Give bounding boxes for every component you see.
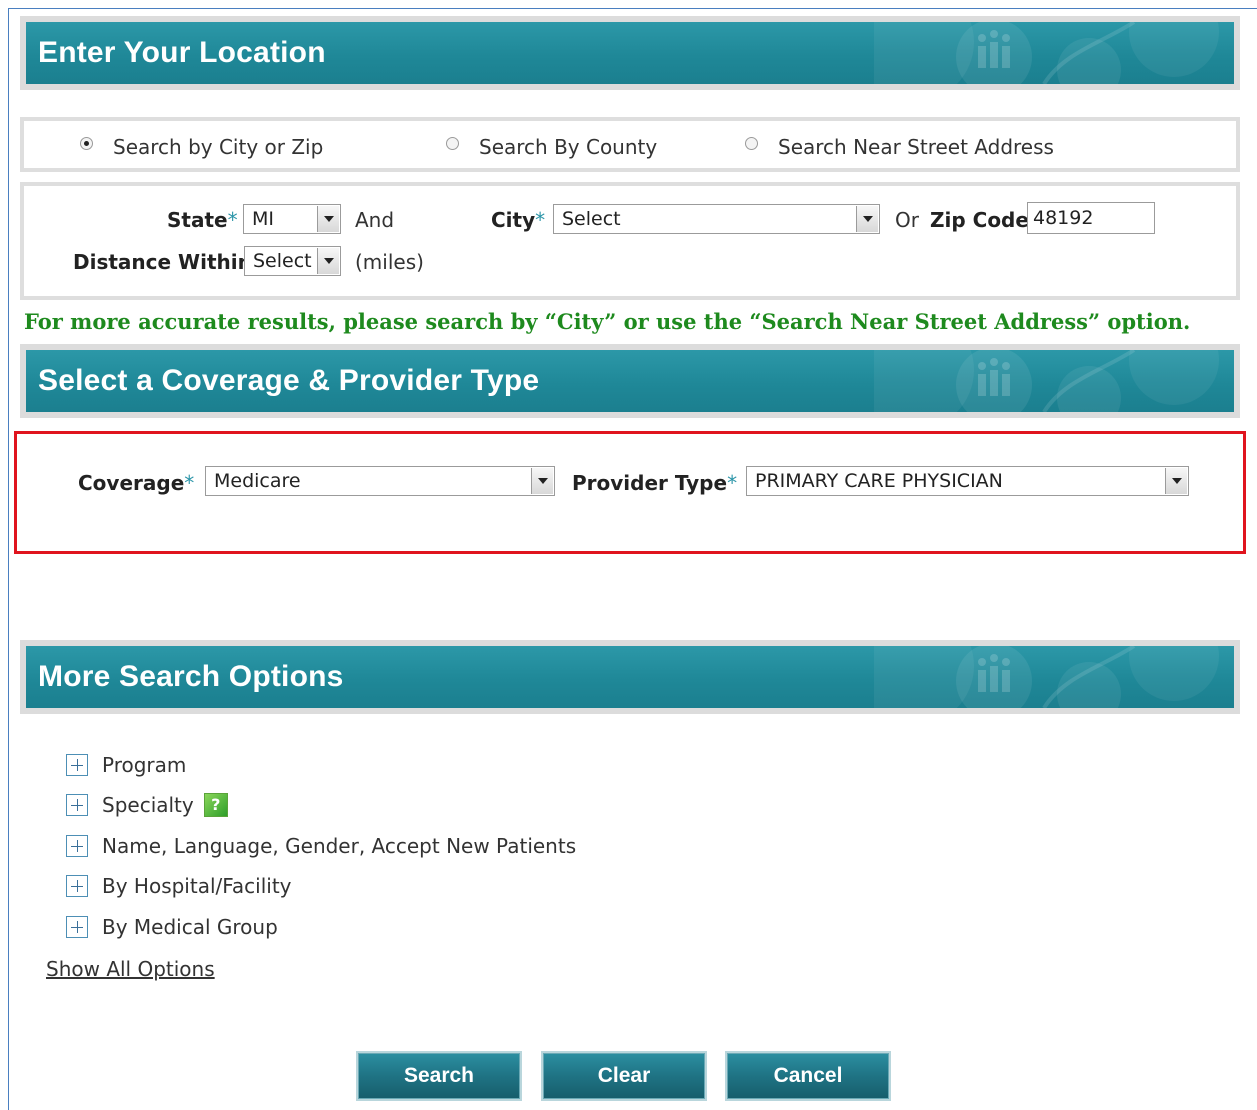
chevron-down-icon[interactable] [317,206,339,232]
miles-text: (miles) [355,250,424,274]
clear-button[interactable]: Clear [543,1053,705,1099]
location-banner: Enter Your Location [20,16,1240,90]
distance-select[interactable]: Select [244,246,341,276]
radio-button[interactable] [80,137,93,150]
search-mode-box: Search by City or Zip Search By County S… [20,117,1240,172]
coverage-banner-bar: Select a Coverage & Provider Type [26,350,1234,412]
distance-label: Distance Within [73,250,252,274]
more-options-banner-bar: More Search Options [26,646,1234,708]
city-label: City* [491,208,546,232]
option-label: By Medical Group [102,914,278,939]
cancel-button[interactable]: Cancel [727,1053,889,1099]
more-options-title: More Search Options [38,660,344,693]
coverage-value: Medicare [214,470,301,492]
provider-type-label: Provider Type* [572,471,738,495]
state-label: State* [167,208,238,232]
show-all-options-link[interactable]: Show All Options [46,957,215,981]
coverage-banner: Select a Coverage & Provider Type [20,344,1240,418]
and-text: And [355,208,395,232]
plus-icon[interactable] [66,753,88,776]
radio-button[interactable] [446,137,459,150]
option-hospital-facility[interactable]: By Hospital/Facility [66,872,292,898]
state-select[interactable]: MI [243,204,341,234]
radio-street-address[interactable]: Search Near Street Address [745,135,1054,159]
help-icon[interactable]: ? [203,792,228,817]
city-value: Select [562,208,621,230]
option-medical-group[interactable]: By Medical Group [66,913,278,939]
radio-label: Search By County [479,135,658,159]
state-value: MI [252,208,274,230]
option-label: Name, Language, Gender, Accept New Patie… [102,833,577,858]
page-frame [8,8,1257,1110]
option-label: Specialty [102,792,194,817]
location-banner-bar: Enter Your Location [26,22,1234,84]
people-icon [874,350,1219,412]
option-name-language-gender[interactable]: Name, Language, Gender, Accept New Patie… [66,832,576,858]
coverage-label: Coverage* [78,471,195,495]
provider-type-value: PRIMARY CARE PHYSICIAN [755,470,1003,492]
search-button[interactable]: Search [358,1053,520,1099]
zip-code-input[interactable]: 48192 [1027,202,1155,234]
location-fields-box: State* MI And City* Select Or Zip Code 4… [20,182,1240,300]
distance-value: Select [253,250,312,272]
option-label: By Hospital/Facility [102,873,292,898]
location-title: Enter Your Location [38,36,326,69]
city-select[interactable]: Select [553,204,880,234]
people-icon [874,22,1219,84]
coverage-select[interactable]: Medicare [205,466,555,496]
option-label: Program [102,752,187,777]
radio-button[interactable] [745,137,758,150]
radio-label: Search Near Street Address [778,135,1054,159]
option-specialty[interactable]: Specialty? [66,791,228,817]
or-text: Or [895,208,919,232]
radio-label: Search by City or Zip [113,135,324,159]
radio-city-zip[interactable]: Search by City or Zip [80,135,323,159]
zip-label: Zip Code [930,208,1029,232]
chevron-down-icon[interactable] [856,206,878,232]
chevron-down-icon[interactable] [531,468,553,494]
more-options-banner: More Search Options [20,640,1240,714]
option-program[interactable]: Program [66,751,186,777]
plus-icon[interactable] [66,834,88,857]
radio-county[interactable]: Search By County [446,135,657,159]
chevron-down-icon[interactable] [1165,468,1187,494]
coverage-highlight: Coverage* Medicare Provider Type* PRIMAR… [14,431,1246,554]
accuracy-notice: For more accurate results, please search… [24,309,1191,334]
provider-type-select[interactable]: PRIMARY CARE PHYSICIAN [746,466,1189,496]
plus-icon[interactable] [66,874,88,897]
people-icon [874,646,1219,708]
plus-icon[interactable] [66,793,88,816]
coverage-title: Select a Coverage & Provider Type [38,364,540,397]
plus-icon[interactable] [66,915,88,938]
chevron-down-icon[interactable] [317,248,339,274]
